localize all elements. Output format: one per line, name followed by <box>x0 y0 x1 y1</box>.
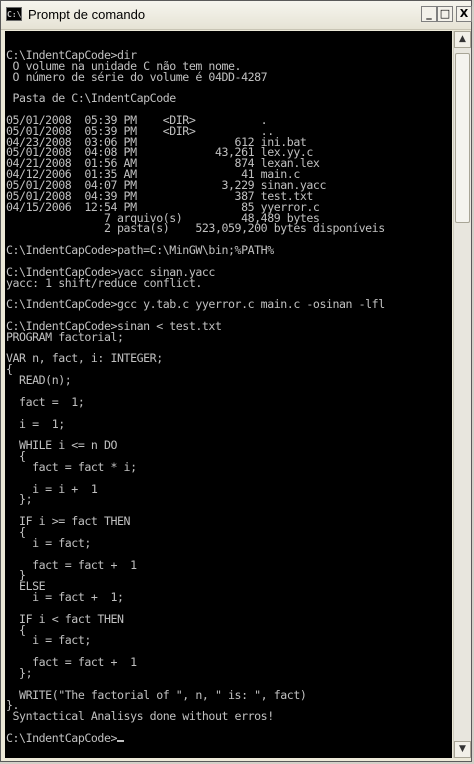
window-title: Prompt de comando <box>28 7 146 22</box>
text-cursor <box>117 740 125 742</box>
scroll-thumb[interactable] <box>455 53 470 223</box>
close-button[interactable]: X <box>456 6 472 22</box>
console-line: VAR n, fact, i: INTEGER; <box>6 351 163 366</box>
console-line: yacc: 1 shift/reduce conflict. <box>6 275 202 290</box>
console-line: }; <box>6 492 33 507</box>
console-line: C:\IndentCapCode> <box>6 731 118 745</box>
title-bar[interactable]: C:\ Prompt de comando _ □ X <box>1 1 472 30</box>
console-line: }; <box>6 665 33 680</box>
console-line: i = fact; <box>6 535 91 550</box>
console-line: i = fact; <box>6 633 91 648</box>
console-line: fact = fact * i; <box>6 459 137 474</box>
console-line: WRITE("The factorial of ", n, " is: ", f… <box>6 687 307 702</box>
scroll-down-arrow-icon[interactable]: ▼ <box>454 741 471 758</box>
console-line: O número de série do volume é 04DD-4287 <box>6 69 268 84</box>
console-line: Pasta de C:\IndentCapCode <box>6 91 177 106</box>
console-line: C:\IndentCapCode>gcc y.tab.c yyerror.c m… <box>6 297 385 312</box>
console-text: C:\IndentCapCode>dir O volume na unidade… <box>5 31 452 744</box>
console-line: C:\IndentCapCode>path=C:\MinGW\bin;%PATH… <box>6 243 274 258</box>
console-line: Syntactical Analisys done without erros! <box>6 709 275 724</box>
command-prompt-window: C:\ Prompt de comando _ □ X C:\IndentCap… <box>0 0 472 762</box>
console-line: 2 pasta(s) 523,059,200 bytes disponíveis <box>6 221 385 236</box>
scroll-up-arrow-icon[interactable]: ▲ <box>454 31 471 48</box>
console-output[interactable]: C:\IndentCapCode>dir O volume na unidade… <box>5 31 452 758</box>
console-line: fact = 1; <box>6 394 85 409</box>
console-line: i = 1; <box>6 416 65 431</box>
minimize-button[interactable]: _ <box>421 6 437 22</box>
vertical-scrollbar[interactable]: ▲ ▼ <box>453 31 471 758</box>
console-line: PROGRAM factorial; <box>6 329 124 344</box>
console-line: i = fact + 1; <box>6 590 124 605</box>
maximize-button[interactable]: □ <box>437 6 453 22</box>
cmd-icon[interactable]: C:\ <box>6 7 22 21</box>
console-line: READ(n); <box>6 373 72 388</box>
